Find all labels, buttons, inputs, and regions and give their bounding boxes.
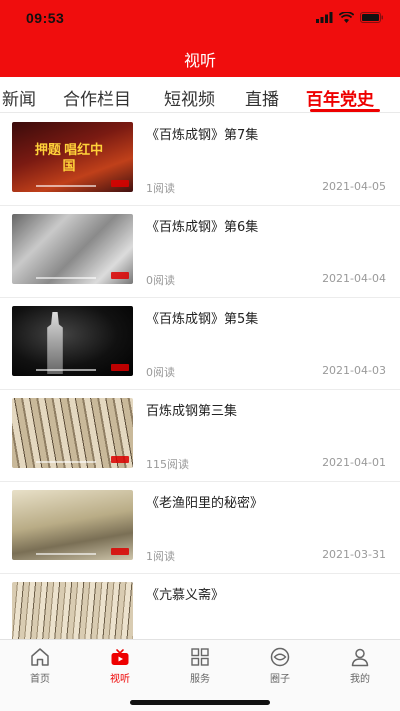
nav-home[interactable]: 首页 <box>10 646 70 685</box>
active-tab-indicator <box>310 109 380 112</box>
video-thumbnail: 押题 唱红中国 <box>12 122 133 192</box>
nav-label: 服务 <box>190 674 210 685</box>
nav-audiovisual[interactable]: 视听 <box>90 646 150 685</box>
wifi-icon <box>339 12 354 23</box>
tab-partner-columns[interactable]: 合作栏目 <box>63 85 131 110</box>
list-item[interactable]: 百炼成钢第三集 115阅读 2021-04-01 <box>0 390 400 482</box>
video-thumbnail <box>12 490 133 560</box>
home-icon <box>31 648 49 666</box>
nav-label: 视听 <box>110 674 130 685</box>
tab-short-video[interactable]: 短视频 <box>164 85 215 110</box>
home-indicator[interactable] <box>130 700 270 705</box>
list-item[interactable]: 《百炼成钢》第5集 0阅读 2021-04-03 <box>0 298 400 390</box>
nav-label: 我的 <box>350 674 370 685</box>
tv-icon <box>111 649 129 665</box>
read-count: 115阅读 <box>146 458 189 471</box>
thumbnail-caption: 押题 唱红中国 <box>34 142 104 173</box>
status-bar: 09:53 <box>0 0 400 40</box>
app-header: 09:53 视听 <box>0 0 400 77</box>
list-item[interactable]: 《老渔阳里的秘密》 1阅读 2021-03-31 <box>0 482 400 574</box>
item-title: 《百炼成钢》第5集 <box>146 312 259 327</box>
channel-tabs: 新闻 合作栏目 短视频 直播 百年党史 <box>0 77 400 113</box>
read-count: 0阅读 <box>146 274 175 287</box>
signal-icon <box>316 12 333 23</box>
video-thumbnail <box>12 582 133 639</box>
publish-date: 2021-04-03 <box>322 364 386 377</box>
status-icons <box>316 12 384 23</box>
video-thumbnail <box>12 214 133 284</box>
read-count: 1阅读 <box>146 182 175 195</box>
publish-date: 2021-04-05 <box>322 180 386 193</box>
item-title: 《老渔阳里的秘密》 <box>146 496 264 511</box>
grid-icon <box>191 648 209 666</box>
tab-live[interactable]: 直播 <box>245 85 279 110</box>
tab-party-history[interactable]: 百年党史 <box>306 85 374 110</box>
item-title: 《百炼成钢》第7集 <box>146 128 259 143</box>
publish-date: 2021-04-01 <box>322 456 386 469</box>
nav-label: 圈子 <box>270 674 290 685</box>
video-thumbnail <box>12 306 133 376</box>
read-count: 0阅读 <box>146 366 175 379</box>
list-item[interactable]: 押题 唱红中国 《百炼成钢》第7集 1阅读 2021-04-05 <box>0 114 400 206</box>
video-thumbnail <box>12 398 133 468</box>
list-item[interactable]: 《亢慕义斋》 <box>0 574 400 639</box>
status-time: 09:53 <box>26 10 65 26</box>
item-title: 百炼成钢第三集 <box>146 404 238 419</box>
battery-icon <box>360 12 383 23</box>
nav-label: 首页 <box>30 674 50 685</box>
nav-circle[interactable]: 圈子 <box>250 646 310 685</box>
nav-services[interactable]: 服务 <box>170 646 230 685</box>
person-icon <box>351 648 369 667</box>
tab-news[interactable]: 新闻 <box>2 85 36 110</box>
publish-date: 2021-04-04 <box>322 272 386 285</box>
list-item[interactable]: 《百炼成钢》第6集 0阅读 2021-04-04 <box>0 206 400 298</box>
page-title: 视听 <box>183 51 216 70</box>
circle-icon <box>270 647 290 667</box>
publish-date: 2021-03-31 <box>322 548 386 561</box>
video-list: 押题 唱红中国 《百炼成钢》第7集 1阅读 2021-04-05 《百炼成钢》第… <box>0 114 400 639</box>
item-title: 《亢慕义斋》 <box>146 588 225 603</box>
item-title: 《百炼成钢》第6集 <box>146 220 259 235</box>
read-count: 1阅读 <box>146 550 175 563</box>
nav-mine[interactable]: 我的 <box>330 646 390 685</box>
